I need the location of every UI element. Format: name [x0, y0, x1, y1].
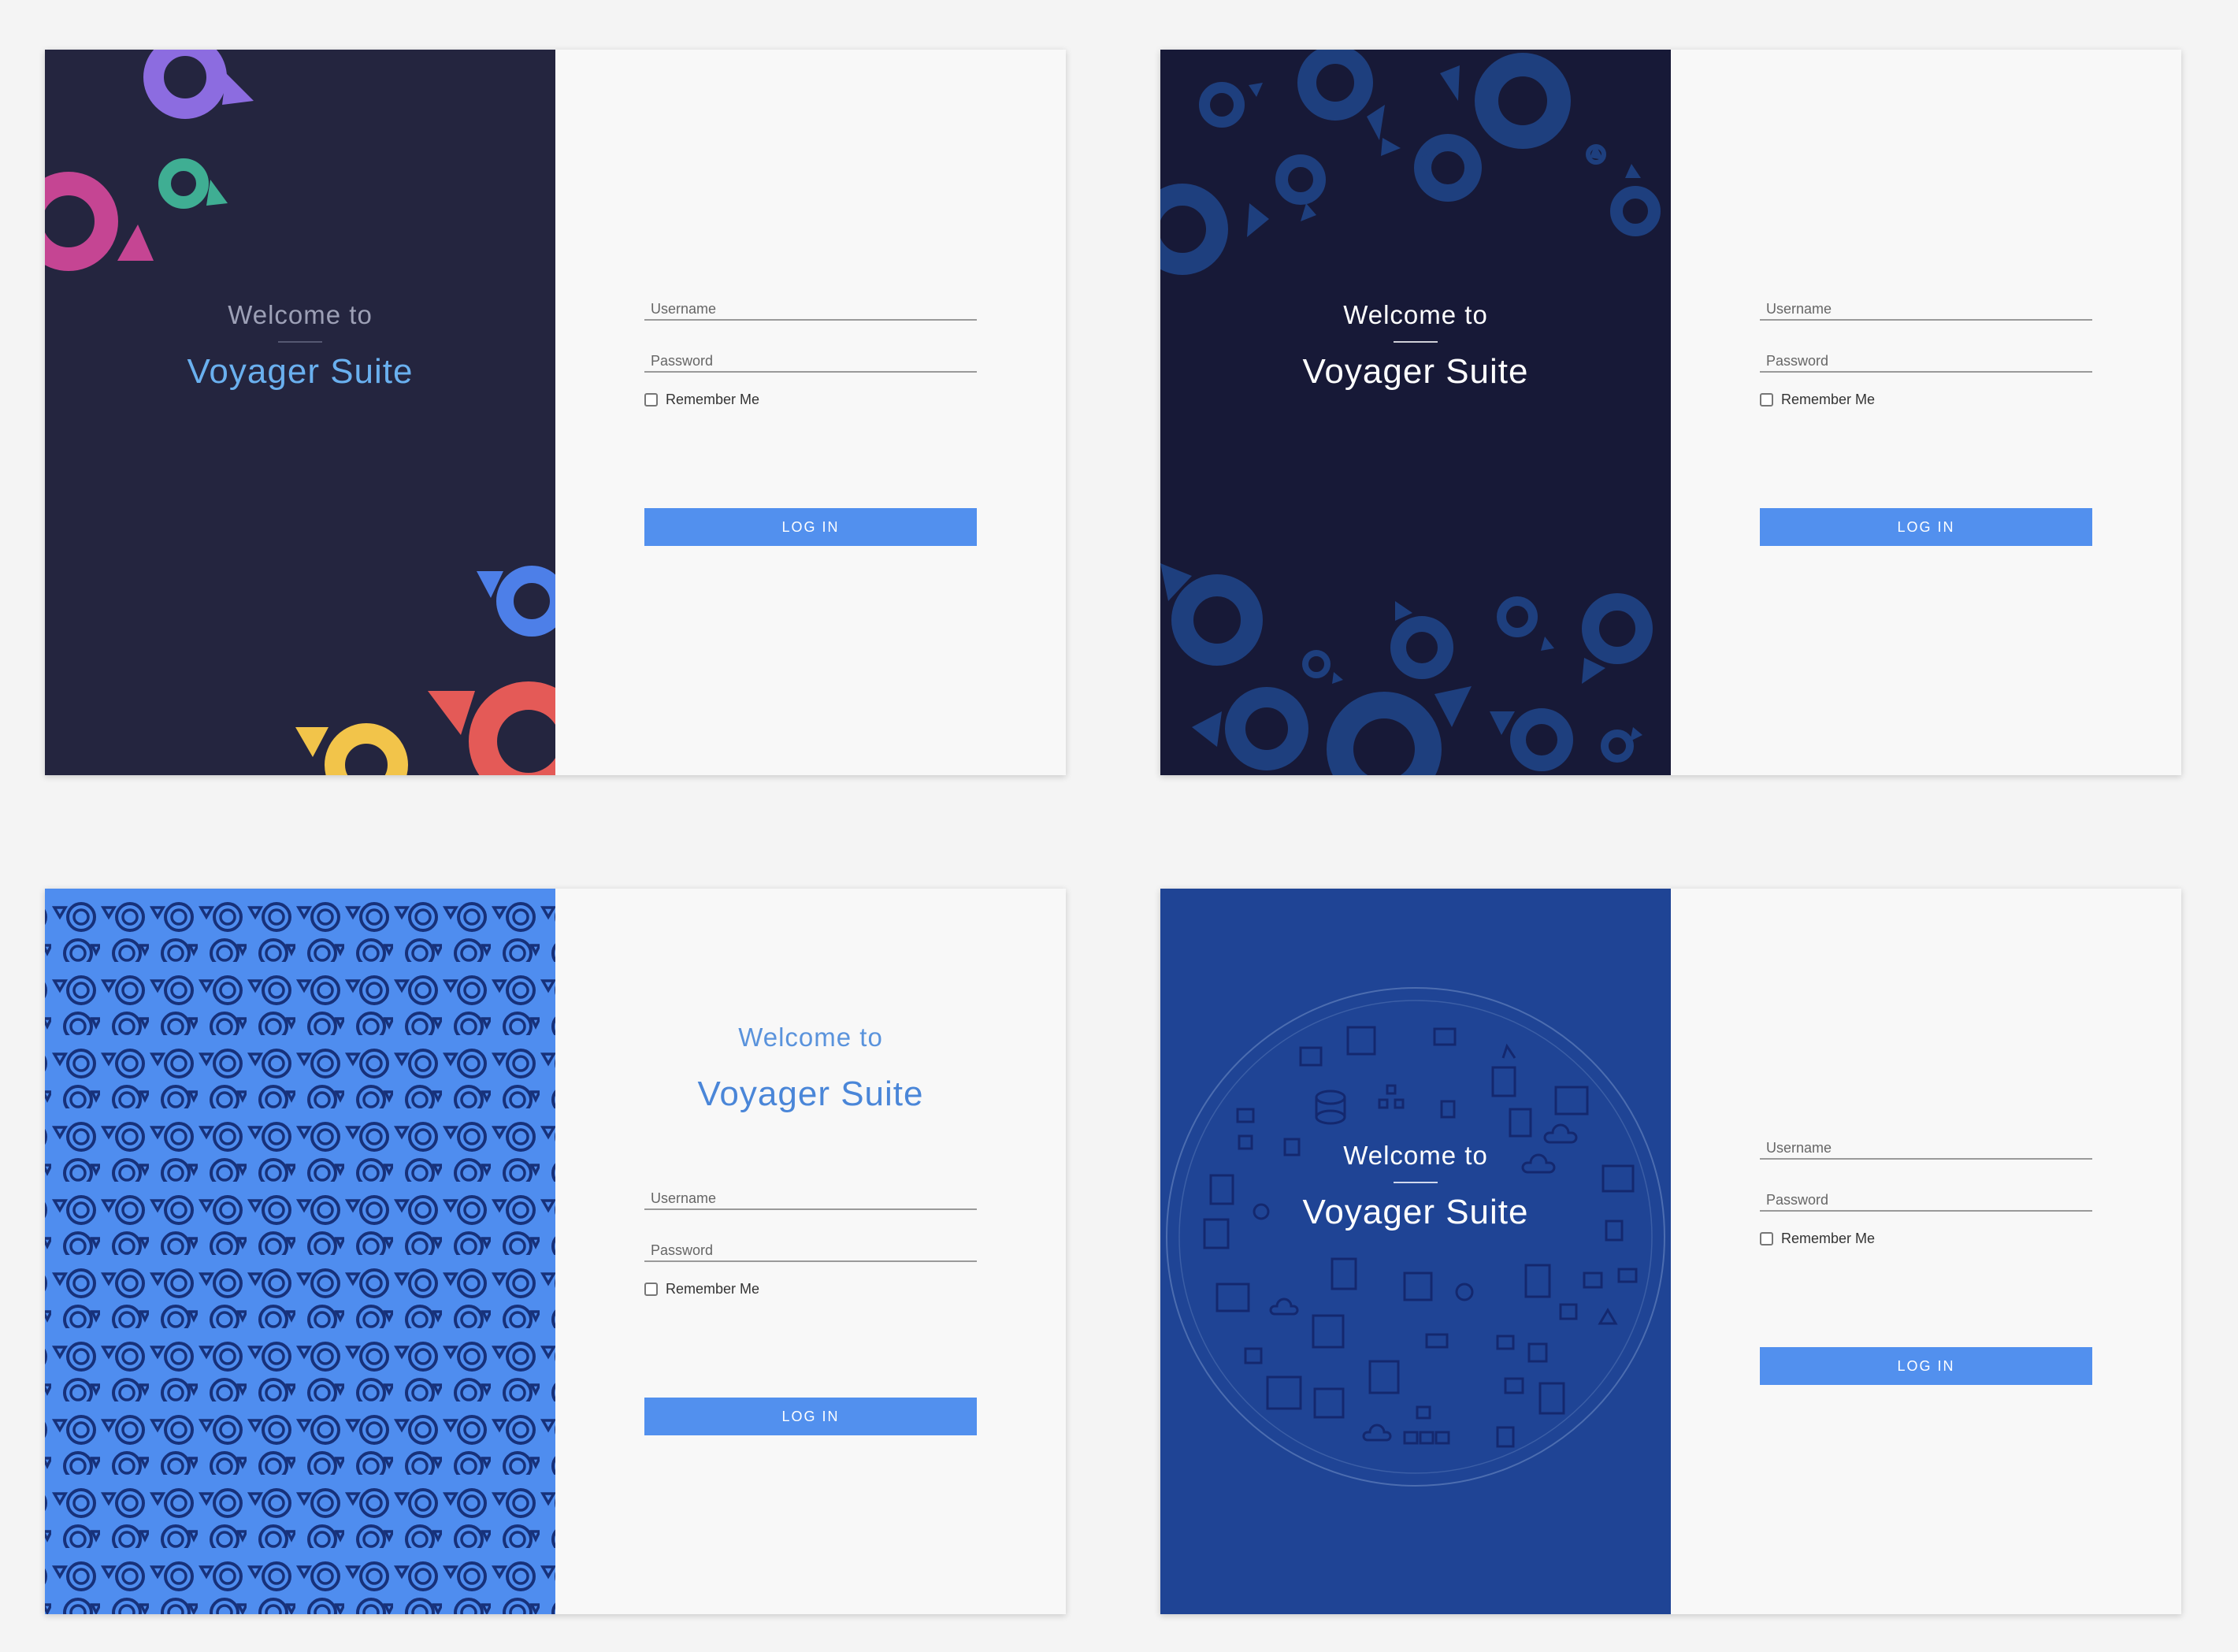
remember-me-label: Remember Me [666, 1281, 760, 1297]
remember-me-row: Remember Me [1760, 1231, 2092, 1247]
remember-me-row: Remember Me [1760, 392, 2092, 408]
file-type-icons-circle [1166, 987, 1665, 1487]
branding-panel: Welcome to Voyager Suite [1160, 889, 1671, 1614]
password-input[interactable] [1760, 1192, 2092, 1208]
password-input[interactable] [644, 353, 977, 369]
login-form-panel: Remember Me LOG IN [1671, 889, 2181, 1614]
welcome-block: Welcome to Voyager Suite [1160, 300, 1671, 392]
branding-panel: Welcome to Voyager Suite [45, 50, 555, 775]
remember-me-label: Remember Me [666, 392, 760, 407]
app-title: Voyager Suite [697, 1075, 924, 1113]
login-screen-variant-1: Welcome to Voyager Suite Remember Me LOG… [45, 50, 1066, 775]
password-field-wrap [1760, 1179, 2092, 1212]
password-input[interactable] [644, 1242, 977, 1259]
log-in-button[interactable]: LOG IN [644, 1398, 977, 1435]
welcome-to-text: Welcome to [1343, 300, 1488, 329]
username-field-wrap [644, 288, 977, 321]
decorative-shapes [45, 50, 555, 775]
remember-me-checkbox[interactable] [1760, 1232, 1773, 1245]
welcome-to-text: Welcome to [228, 300, 373, 329]
log-in-button[interactable]: LOG IN [1760, 508, 2092, 546]
password-field-wrap [644, 340, 977, 373]
login-form-panel: Welcome to Voyager Suite Remember Me LOG… [555, 889, 1066, 1614]
login-form-panel: Remember Me LOG IN [555, 50, 1066, 775]
remember-me-row: Remember Me [644, 1281, 977, 1297]
divider [278, 341, 322, 343]
welcome-block: Welcome to Voyager Suite [555, 1023, 1066, 1114]
branding-panel [45, 889, 555, 1614]
username-field-wrap [1760, 1127, 2092, 1160]
login-screen-variant-2: Welcome to Voyager Suite Remember Me LOG… [1160, 50, 2181, 775]
username-input[interactable] [1760, 1140, 2092, 1156]
login-screen-variant-4: Welcome to Voyager Suite Remember Me LOG… [1160, 889, 2181, 1614]
login-form: Remember Me LOG IN [644, 1177, 977, 1435]
divider [1394, 1182, 1438, 1183]
app-title: Voyager Suite [187, 352, 414, 391]
app-title: Voyager Suite [1302, 352, 1529, 391]
username-field-wrap [644, 1177, 977, 1210]
login-form: Remember Me LOG IN [1760, 1127, 2092, 1385]
welcome-block: Welcome to Voyager Suite [1160, 1141, 1671, 1232]
remember-me-label: Remember Me [1781, 392, 1876, 407]
remember-me-label: Remember Me [1781, 1231, 1876, 1246]
branding-panel: Welcome to Voyager Suite [1160, 50, 1671, 775]
login-form: Remember Me LOG IN [1760, 288, 2092, 546]
log-in-button[interactable]: LOG IN [1760, 1347, 2092, 1385]
login-screen-variant-3: Welcome to Voyager Suite Remember Me LOG… [45, 889, 1066, 1614]
divider [789, 1064, 833, 1065]
login-form: Remember Me LOG IN [644, 288, 977, 546]
password-field-wrap [644, 1229, 977, 1262]
welcome-block: Welcome to Voyager Suite [45, 300, 555, 392]
app-title: Voyager Suite [1302, 1193, 1529, 1231]
username-input[interactable] [644, 301, 977, 317]
remember-me-checkbox[interactable] [1760, 393, 1773, 407]
password-input[interactable] [1760, 353, 2092, 369]
decorative-shapes [1160, 50, 1661, 775]
remember-me-row: Remember Me [644, 392, 977, 408]
divider [1394, 341, 1438, 343]
welcome-to-text: Welcome to [1343, 1141, 1488, 1170]
remember-me-checkbox[interactable] [644, 393, 658, 407]
password-field-wrap [1760, 340, 2092, 373]
remember-me-checkbox[interactable] [644, 1283, 658, 1296]
welcome-to-text: Welcome to [738, 1023, 883, 1052]
log-in-button[interactable]: LOG IN [644, 508, 977, 546]
username-field-wrap [1760, 288, 2092, 321]
username-input[interactable] [644, 1190, 977, 1207]
login-form-panel: Remember Me LOG IN [1671, 50, 2181, 775]
username-input[interactable] [1760, 301, 2092, 317]
decorative-pattern [45, 889, 555, 1614]
